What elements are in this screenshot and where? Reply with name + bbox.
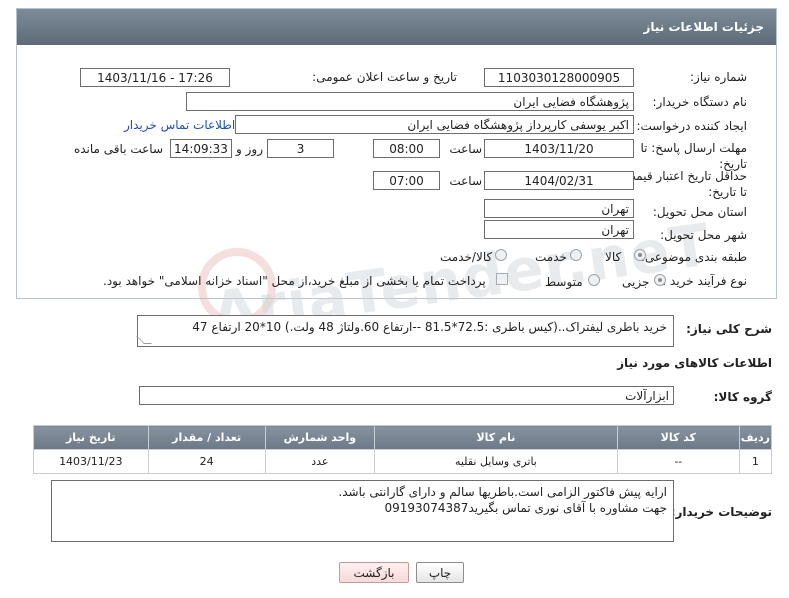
cell-item-name: باتری وسایل نقلیه: [374, 449, 618, 474]
col-need-date: تاریخ نیاز: [33, 425, 149, 450]
process-type-label: نوع فرآیند خرید :: [662, 274, 747, 288]
reply-date-field: 1403/11/20: [484, 139, 634, 158]
panel-title: جزئیات اطلاعات نیاز: [17, 9, 776, 45]
cell-item-code: --: [616, 449, 740, 474]
goods-table: ردیف کد کالا نام کالا واحد شمارش تعداد /…: [33, 425, 773, 474]
buyer-notes-field: ارایه پیش فاکتور الزامی است.باطریها سالم…: [51, 480, 674, 542]
announce-datetime-field: 1403/11/16 - 17:26: [80, 68, 230, 87]
buyer-org-field: پژوهشگاه فضایی ایران: [186, 92, 634, 111]
delivery-province-field: تهران: [484, 199, 634, 218]
col-item-name: نام کالا: [374, 425, 618, 450]
general-description-field: خرید باطری لیفتراک..(کیس باطری :72.5*81.…: [136, 315, 674, 347]
col-item-code: کد کالا: [616, 425, 740, 450]
back-button[interactable]: بازگشت: [339, 562, 409, 583]
col-unit: واحد شمارش: [264, 425, 376, 450]
category-option-goods-service: کالا/خدمت: [440, 250, 493, 264]
remaining-label: ساعت باقی مانده: [73, 142, 163, 156]
process-option-medium: متوسط: [545, 275, 583, 289]
buyer-org-label: نام دستگاه خریدار:: [652, 95, 748, 109]
price-validity-date-field: 1404/02/31: [484, 171, 634, 190]
category-radio-goods[interactable]: [634, 249, 646, 261]
category-radio-goods-service[interactable]: [495, 249, 507, 261]
delivery-city-label: شهر محل تحویل:: [660, 228, 747, 242]
announce-datetime-label: تاریخ و ساعت اعلان عمومی:: [312, 70, 457, 84]
requester-field: اکبر یوسفی کارپرداز پژوهشگاه فضایی ایران: [235, 115, 634, 134]
cell-row-number: 1: [738, 449, 773, 474]
buyer-notes-line: جهت مشاوره با آقای نوری تماس بگیرید09193…: [384, 501, 667, 515]
category-label: طبقه بندی موضوعی:: [640, 250, 747, 264]
category-option-goods: کالا: [605, 250, 622, 264]
need-number-label: شماره نیاز:: [690, 70, 747, 84]
price-validity-label: حداقل تاریخ اعتبار قیمت: تا تاریخ:: [620, 169, 747, 199]
cell-need-date: 1403/11/23: [33, 449, 149, 474]
delivery-province-label: استان محل تحویل:: [652, 205, 747, 219]
category-option-service: خدمت: [535, 250, 567, 264]
price-validity-time-label: ساعت: [449, 174, 482, 188]
process-radio-minor[interactable]: [654, 274, 666, 286]
goods-group-label: گروه کالا:: [713, 390, 772, 404]
days-label: روز و: [236, 142, 263, 156]
goods-group-field: ابزارآلات: [139, 386, 674, 405]
price-validity-time-field: 07:00: [373, 171, 440, 190]
treasury-checkbox[interactable]: [496, 273, 508, 285]
category-radio-service[interactable]: [570, 249, 582, 261]
need-number-field: 1103030128000905: [484, 68, 634, 87]
treasury-note: پرداخت تمام یا بخشی از مبلغ خرید،از محل …: [103, 274, 486, 288]
general-description-label: شرح کلی نیاز:: [686, 322, 772, 336]
reply-time-field: 08:00: [373, 139, 440, 158]
reply-time-label: ساعت: [449, 142, 482, 156]
cell-unit: عدد: [264, 449, 376, 474]
general-description-text: خرید باطری لیفتراک..(کیس باطری :72.5*81.…: [192, 320, 667, 334]
remaining-days-field: 3: [267, 139, 334, 158]
table-row: 1 -- باتری وسایل نقلیه عدد 24 1403/11/23: [33, 449, 773, 474]
requester-label: ایجاد کننده درخواست:: [636, 119, 747, 133]
buyer-notes-line: ارایه پیش فاکتور الزامی است.باطریها سالم…: [338, 485, 667, 499]
cell-quantity: 24: [147, 449, 266, 474]
process-radio-medium[interactable]: [588, 274, 600, 286]
delivery-city-field: تهران: [484, 220, 634, 239]
resize-handle-icon[interactable]: [136, 336, 152, 344]
buyer-contact-link[interactable]: اطلاعات تماس خریدار: [124, 118, 235, 132]
remaining-time-field: 14:09:33: [170, 139, 232, 158]
col-row-number: ردیف: [738, 425, 773, 450]
goods-info-title: اطلاعات کالاهای مورد نیاز: [617, 356, 772, 370]
print-button[interactable]: چاپ: [416, 562, 464, 583]
process-option-minor: جزیی: [622, 275, 650, 289]
buyer-notes-label: توضیحات خریدار:: [670, 505, 772, 519]
col-quantity: تعداد / مقدار: [147, 425, 266, 450]
table-header-row: ردیف کد کالا نام کالا واحد شمارش تعداد /…: [33, 425, 773, 450]
